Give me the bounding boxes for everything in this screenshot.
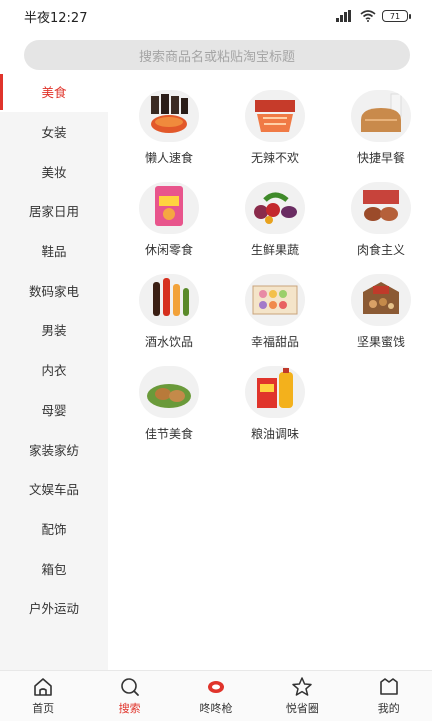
subcategory-label: 快捷早餐	[356, 151, 405, 165]
festival-food-icon	[139, 366, 199, 418]
sidebar-item-label: 箱包	[41, 561, 67, 577]
status-time: 半夜12:27	[24, 10, 88, 26]
wifi-icon	[360, 10, 376, 22]
sidebar-item-label: 母婴	[41, 402, 67, 418]
subcategory-label: 懒人速食	[144, 151, 193, 165]
subcategory-label: 幸福甜品	[250, 335, 299, 349]
subcategory-label: 生鲜果蔬	[250, 243, 299, 257]
nav-home[interactable]: 首页	[0, 676, 86, 716]
drinks-icon	[139, 274, 199, 326]
meat-icon	[351, 182, 411, 234]
subcategory-label: 佳节美食	[144, 427, 193, 441]
subcategory-item[interactable]: 休闲零食	[116, 182, 222, 258]
subcategory-grid: 懒人速食 无辣不欢 快捷早餐休闲零食 生鲜果蔬 肉食主义酒水饮品 幸福甜品 坚果蜜饯佳节美食…	[108, 72, 432, 442]
nav-dongdong-label: 咚咚枪	[199, 702, 233, 715]
nav-search-label: 搜索	[118, 702, 141, 715]
sidebar-item[interactable]: 男装	[0, 310, 108, 350]
category-sidebar: 美食女装美妆居家日用鞋品数码家电男装内衣母婴家装家纺文娱车品配饰箱包户外运动	[0, 72, 108, 670]
subcategory-item[interactable]: 粮油调味	[222, 366, 328, 442]
battery-level: 71	[389, 12, 401, 21]
nav-profile-label: 我的	[377, 702, 400, 715]
nav-search[interactable]: 搜索	[87, 676, 173, 716]
sidebar-item-label: 户外运动	[28, 601, 79, 617]
subcategory-item[interactable]: 酒水饮品	[116, 274, 222, 350]
subcategory-label: 粮油调味	[250, 427, 299, 441]
sidebar-item-label: 配饰	[41, 521, 67, 537]
sidebar-item[interactable]: 户外运动	[0, 588, 108, 628]
fruit-vegetable-icon	[245, 182, 305, 234]
signal-icon	[336, 10, 351, 22]
subcategory-item[interactable]: 幸福甜品	[222, 274, 328, 350]
sidebar-item[interactable]: 家装家纺	[0, 429, 108, 469]
bottom-nav: 首页 搜索 咚咚枪 悦省圈 我的	[0, 670, 432, 721]
sidebar-item[interactable]: 箱包	[0, 548, 108, 588]
sidebar-item[interactable]: 美食	[0, 72, 108, 112]
sidebar-item[interactable]: 鞋品	[0, 231, 108, 271]
sidebar-item[interactable]: 美妆	[0, 151, 108, 191]
sidebar-item-label: 鞋品	[41, 244, 67, 260]
search-input[interactable]: 搜索商品名或粘贴淘宝标题	[24, 40, 410, 70]
sidebar-item-label: 文娱车品	[28, 482, 79, 498]
subcategory-item[interactable]: 无辣不欢	[222, 90, 328, 166]
instant-food-icon	[139, 90, 199, 142]
search-bar[interactable]: 搜索商品名或粘贴淘宝标题	[24, 40, 410, 70]
subcategory-label: 酒水饮品	[144, 335, 193, 349]
star-icon	[292, 677, 313, 696]
profile-icon	[379, 678, 398, 695]
sidebar-item-label: 美妆	[41, 164, 67, 180]
search-placeholder: 搜索商品名或粘贴淘宝标题	[138, 49, 295, 65]
nuts-icon	[351, 274, 411, 326]
battery-icon: 71	[382, 10, 411, 22]
subcategory-item[interactable]: 佳节美食	[116, 366, 222, 442]
nav-dongdong[interactable]: 咚咚枪	[173, 676, 259, 716]
search-icon	[120, 678, 139, 696]
sidebar-item[interactable]: 文娱车品	[0, 469, 108, 509]
subcategory-label: 休闲零食	[144, 243, 193, 257]
nav-home-label: 首页	[32, 702, 55, 715]
sidebar-item[interactable]: 内衣	[0, 350, 108, 390]
subcategory-item[interactable]: 生鲜果蔬	[222, 182, 328, 258]
sidebar-item-label: 男装	[41, 323, 67, 339]
subcategory-item[interactable]: 快捷早餐	[328, 90, 432, 166]
status-bar: 半夜12:27 71	[0, 0, 432, 32]
sidebar-item[interactable]: 数码家电	[0, 270, 108, 310]
subcategory-item[interactable]: 坚果蜜饯	[328, 274, 432, 350]
snack-bag-icon	[139, 182, 199, 234]
dongdong-icon	[207, 681, 224, 693]
subcategory-label: 肉食主义	[356, 243, 405, 257]
sidebar-item-label: 家装家纺	[28, 442, 79, 458]
sidebar-item[interactable]: 母婴	[0, 390, 108, 430]
spicy-snack-icon	[245, 90, 305, 142]
sidebar-item-label: 居家日用	[28, 204, 79, 220]
category-content: 懒人速食 无辣不欢 快捷早餐休闲零食 生鲜果蔬 肉食主义酒水饮品 幸福甜品 坚果蜜饯佳节美食…	[108, 72, 432, 670]
dessert-icon	[245, 274, 305, 326]
sidebar-item-label: 美食	[41, 85, 67, 101]
status-icons: 71	[336, 10, 411, 22]
sidebar-item[interactable]: 女装	[0, 112, 108, 152]
nav-profile[interactable]: 我的	[346, 676, 432, 716]
home-icon	[34, 678, 52, 696]
sidebar-item-label: 女装	[41, 125, 67, 141]
subcategory-label: 无辣不欢	[250, 151, 299, 165]
grain-oil-icon	[245, 366, 305, 418]
sidebar-item[interactable]: 居家日用	[0, 191, 108, 231]
sidebar-item[interactable]: 配饰	[0, 509, 108, 549]
breakfast-icon	[351, 90, 411, 142]
nav-yuesheng[interactable]: 悦省圈	[259, 676, 345, 716]
subcategory-item[interactable]: 懒人速食	[116, 90, 222, 166]
nav-yuesheng-label: 悦省圈	[285, 702, 319, 715]
subcategory-label: 坚果蜜饯	[356, 335, 405, 349]
sidebar-item-label: 数码家电	[28, 283, 79, 299]
sidebar-item-label: 内衣	[41, 363, 67, 379]
subcategory-item[interactable]: 肉食主义	[328, 182, 432, 258]
